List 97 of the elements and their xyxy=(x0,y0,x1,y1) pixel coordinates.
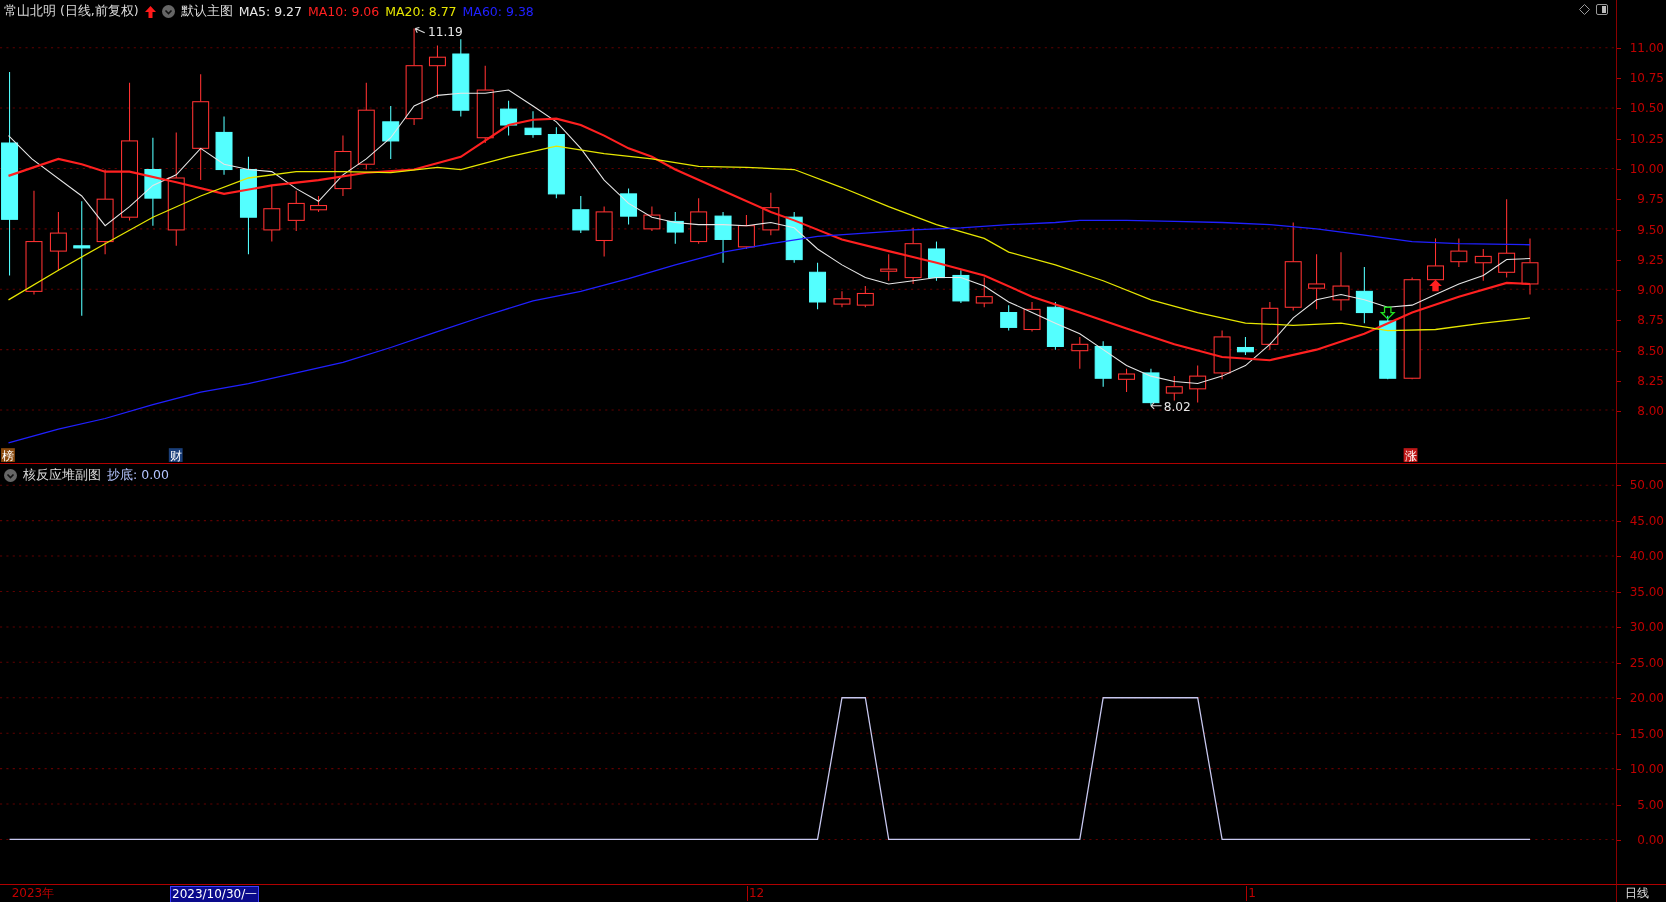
high-price-label: 11.19 xyxy=(427,25,463,39)
price-axis-label: 8.25 xyxy=(1637,373,1664,388)
value-axis-label: 40.00 xyxy=(1629,549,1664,564)
indicator-value: MA60: 9.38 xyxy=(462,4,534,19)
candlestick xyxy=(1023,301,1041,333)
price-axis-label: 10.00 xyxy=(1629,161,1664,176)
candlestick xyxy=(1474,248,1492,282)
candlestick xyxy=(287,190,305,232)
candlestick xyxy=(1450,237,1468,268)
time-axis-label: 2023年 xyxy=(10,886,56,901)
candlestick xyxy=(1308,253,1326,310)
indicator-value: MA10: 9.06 xyxy=(308,4,380,19)
candlestick xyxy=(1261,301,1279,351)
candlestick xyxy=(382,105,400,160)
candlestick xyxy=(762,192,780,236)
panel-toggle-icon[interactable] xyxy=(1596,4,1608,15)
price-axis-label: 9.50 xyxy=(1637,222,1664,237)
indicator-reading: 抄底: 0.00 xyxy=(107,467,170,484)
price-axis-label: 9.00 xyxy=(1637,283,1664,298)
candlestick xyxy=(1165,375,1183,401)
price-axis-label: 10.75 xyxy=(1629,71,1664,86)
price-axis-label: 8.00 xyxy=(1637,404,1664,419)
candlestick xyxy=(1046,301,1064,351)
value-axis-label: 0.00 xyxy=(1637,833,1664,848)
value-axis-label: 45.00 xyxy=(1629,513,1664,528)
chevron-circle-icon[interactable] xyxy=(161,5,175,18)
candlestick xyxy=(1094,340,1112,388)
indicator-value: MA5: 9.27 xyxy=(238,4,302,19)
candlestick xyxy=(690,197,708,245)
template-label[interactable]: 默认主图 xyxy=(180,3,233,20)
candlestick xyxy=(928,241,945,282)
price-axis-label: 10.25 xyxy=(1629,131,1664,146)
marker-tag: 涨 xyxy=(1403,448,1418,463)
candlestick xyxy=(1521,237,1539,296)
time-axis-label: 1 xyxy=(1246,886,1257,901)
candlestick xyxy=(595,206,613,257)
candlestick xyxy=(1213,330,1231,380)
candlestick xyxy=(714,211,732,264)
candlestick xyxy=(215,116,233,176)
candlestick xyxy=(263,184,281,243)
candlestick xyxy=(310,195,327,213)
candlestick xyxy=(1379,315,1397,380)
value-axis-label: 25.00 xyxy=(1629,655,1664,670)
candlestick xyxy=(1142,368,1160,407)
candlestick xyxy=(1189,365,1207,404)
down-arrow-icon xyxy=(1379,306,1396,320)
value-axis-label: 20.00 xyxy=(1629,691,1664,706)
candlestick xyxy=(500,100,518,137)
cursor-date-label: 2023/10/30/一 xyxy=(170,886,260,902)
candlestick xyxy=(572,195,590,234)
marker-tag: 榜 xyxy=(1,448,15,463)
candlestick xyxy=(334,135,352,197)
value-axis-label: 5.00 xyxy=(1637,797,1664,812)
leader-line xyxy=(414,27,426,34)
candlestick xyxy=(428,45,446,98)
candlestick xyxy=(1071,336,1089,370)
candlestick xyxy=(1236,336,1254,356)
price-axis-label: 10.50 xyxy=(1629,101,1664,116)
value-axis-label: 50.00 xyxy=(1629,478,1664,493)
price-axis-label: 8.75 xyxy=(1637,313,1664,328)
candlestick xyxy=(49,211,67,271)
indicator-value: MA20: 8.77 xyxy=(385,4,457,19)
candlestick xyxy=(643,206,661,232)
low-price-label: 8.02 xyxy=(1163,400,1191,415)
period-label[interactable]: 日线 xyxy=(1617,885,1666,901)
chart-title: 常山北明 (日线,前复权) xyxy=(4,3,139,20)
indicator-title: 核反应堆副图 xyxy=(23,467,101,484)
candlestick xyxy=(856,285,874,308)
up-arrow-icon xyxy=(144,5,156,18)
candlestick xyxy=(975,277,993,308)
value-axis-label: 30.00 xyxy=(1629,620,1664,635)
value-axis-label: 35.00 xyxy=(1629,584,1664,599)
chevron-circle-icon[interactable] xyxy=(4,469,17,482)
marker-tag: 财 xyxy=(168,448,183,463)
candlestick xyxy=(1332,251,1350,311)
leader-line xyxy=(1150,402,1163,410)
candlestick xyxy=(620,188,638,226)
time-axis-label: 12 xyxy=(746,886,766,901)
candlestick xyxy=(666,211,684,245)
candlestick xyxy=(1000,304,1018,332)
candlestick xyxy=(833,290,851,308)
candlestick xyxy=(809,262,827,310)
candlestick xyxy=(1355,266,1373,324)
up-arrow-icon xyxy=(1429,279,1442,292)
candlestick xyxy=(880,253,898,282)
price-axis-label: 11.00 xyxy=(1629,40,1664,55)
value-axis-label: 15.00 xyxy=(1629,726,1664,741)
diamond-icon[interactable] xyxy=(1579,4,1590,15)
price-axis-label: 8.50 xyxy=(1637,343,1664,358)
candlestick xyxy=(737,214,755,250)
candlestick xyxy=(524,110,542,139)
candlestick xyxy=(904,227,922,285)
value-axis-label: 10.00 xyxy=(1629,762,1664,777)
candlestick xyxy=(952,269,970,304)
price-axis-label: 9.75 xyxy=(1637,192,1664,207)
candlestick xyxy=(1118,368,1135,393)
price-axis-label: 9.25 xyxy=(1637,252,1664,267)
